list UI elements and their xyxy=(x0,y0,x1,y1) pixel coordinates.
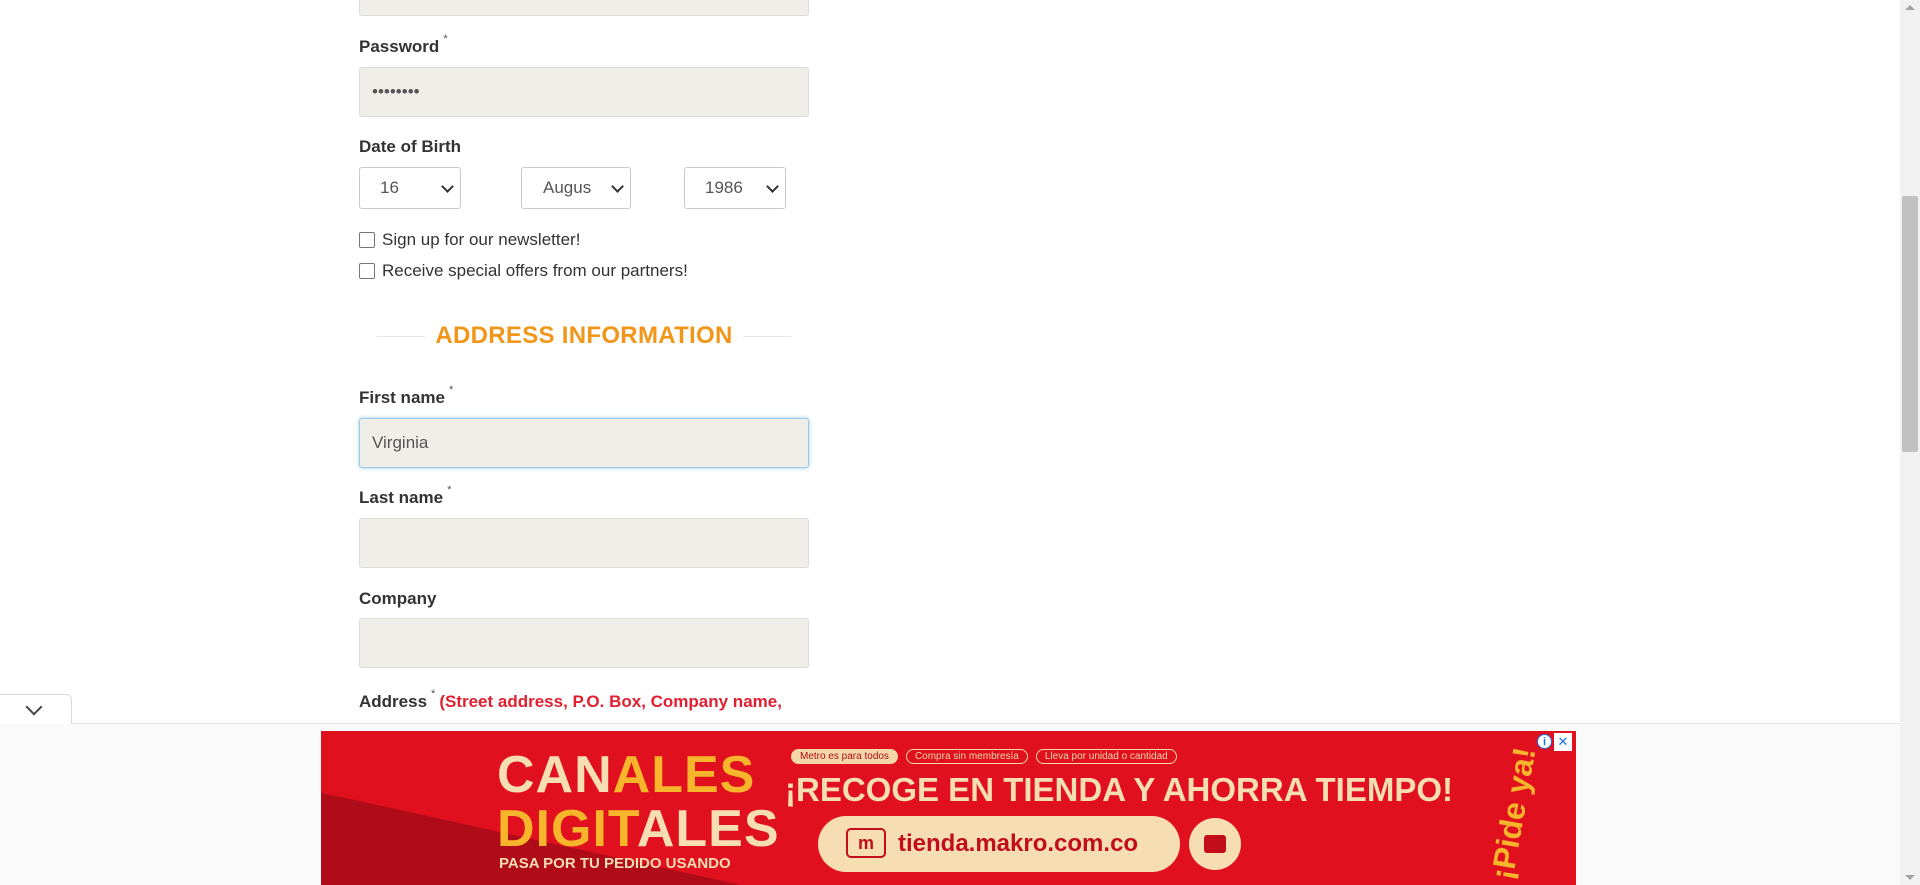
scroll-up-icon[interactable] xyxy=(1905,5,1915,10)
password-label-text: Password xyxy=(359,37,440,56)
last-name-label-text: Last name xyxy=(359,488,444,507)
last-name-input[interactable] xyxy=(359,518,809,568)
required-mark: * xyxy=(443,33,448,45)
company-input[interactable] xyxy=(359,618,809,668)
section-title: ADDRESS INFORMATION xyxy=(435,322,733,349)
ad-controls: i ✕ xyxy=(1537,733,1572,751)
vertical-scrollbar[interactable] xyxy=(1900,0,1920,885)
dob-month-select[interactable]: Augus xyxy=(521,167,631,209)
last-name-label: Last name * xyxy=(359,484,451,508)
divider xyxy=(377,336,425,337)
dob-year-value: 1986 xyxy=(705,178,743,197)
ad-brand-text: ALES xyxy=(636,800,780,858)
page: Password* Date of Birth 16 Augus 1986 Si… xyxy=(0,0,1900,885)
address-section-header: ADDRESS INFORMATION xyxy=(359,320,809,352)
address-label-text: Address xyxy=(359,692,428,711)
dob-day-select[interactable]: 16 xyxy=(359,167,461,209)
chevron-down-icon xyxy=(766,180,779,193)
first-name-label: First name * xyxy=(359,384,453,408)
ad-collapse-button[interactable] xyxy=(0,694,72,724)
ad-brand-line-1: CANALES xyxy=(497,749,755,801)
ad-url-pill[interactable]: m tienda.makro.com.co xyxy=(818,816,1180,872)
dob-month-value: Augus xyxy=(543,178,592,197)
first-name-label-text: First name xyxy=(359,388,445,407)
ad-pill: Metro es para todos xyxy=(791,749,898,764)
cart-icon xyxy=(1189,818,1241,870)
address-label: Address * (Street address, P.O. Box, Compa… xyxy=(359,688,782,712)
newsletter-checkbox[interactable] xyxy=(359,232,375,248)
company-label: Company xyxy=(359,589,437,608)
ad-brand-line-2: DIGITALES xyxy=(497,803,780,855)
required-mark: * xyxy=(431,688,436,700)
chevron-down-icon xyxy=(25,698,43,716)
divider xyxy=(743,336,791,337)
ad-url: tienda.makro.com.co xyxy=(898,830,1139,857)
ad-pill: Lleva por unidad o cantidad xyxy=(1035,749,1177,764)
ad-brand-text: DIGIT xyxy=(497,800,637,858)
partner-offers-label: Receive special offers from our partners… xyxy=(382,261,688,280)
first-name-input[interactable] xyxy=(359,418,809,468)
newsletter-row[interactable]: Sign up for our newsletter! xyxy=(359,230,580,250)
required-mark: * xyxy=(448,384,454,396)
store-icon: m xyxy=(846,828,886,858)
required-mark: * xyxy=(447,484,452,496)
scroll-down-icon[interactable] xyxy=(1905,875,1915,880)
ad-side-label: ¡Pide ya! xyxy=(1484,744,1543,882)
password-input[interactable] xyxy=(359,67,809,117)
dob-year-select[interactable]: 1986 xyxy=(684,167,786,209)
dob-label: Date of Birth xyxy=(359,137,461,156)
scrollbar-thumb[interactable] xyxy=(1902,196,1918,452)
ad-brand-text: ALES xyxy=(612,746,756,804)
ad-close-icon[interactable]: ✕ xyxy=(1554,733,1572,751)
ad-headline: ¡RECOGE EN TIENDA Y AHORRA TIEMPO! xyxy=(785,771,1453,808)
dob-day-value: 16 xyxy=(380,178,399,197)
ad-info-icon[interactable]: i xyxy=(1537,734,1552,749)
password-label: Password * xyxy=(359,33,448,57)
partner-offers-row[interactable]: Receive special offers from our partners… xyxy=(359,261,688,281)
ad-pill: Compra sin membresía xyxy=(905,749,1028,764)
ad-banner[interactable]: CANALES DIGITALES PASA POR TU PEDIDO USA… xyxy=(321,731,1576,885)
ad-tagline: PASA POR TU PEDIDO USANDO xyxy=(499,855,731,872)
address-note: (Street address, P.O. Box, Company name, xyxy=(439,692,782,711)
newsletter-label: Sign up for our newsletter! xyxy=(382,230,581,249)
ad-side-text: ¡Pide ya! xyxy=(1484,743,1544,883)
ad-pills: Metro es para todos Compra sin membresía… xyxy=(791,749,1177,764)
previous-input-field[interactable] xyxy=(359,0,809,16)
partner-offers-checkbox[interactable] xyxy=(359,263,375,279)
chevron-down-icon xyxy=(611,180,624,193)
ad-brand-text: CAN xyxy=(497,746,613,804)
chevron-down-icon xyxy=(441,180,454,193)
